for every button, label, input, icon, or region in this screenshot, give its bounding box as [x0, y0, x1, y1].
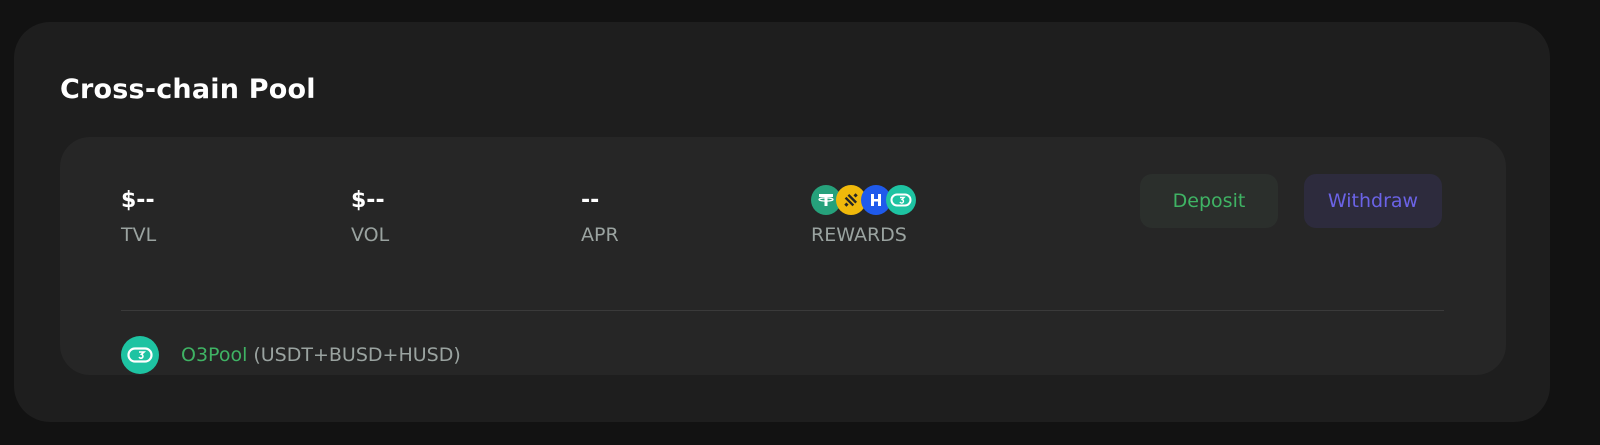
apr-label: APR [581, 224, 619, 246]
cross-chain-pool-panel: Cross-chain Pool $-- TVL $-- VOL -- APR [14, 22, 1550, 422]
stat-vol: $-- VOL [351, 185, 389, 247]
rewards-label: REWARDS [811, 224, 907, 246]
stat-tvl: $-- TVL [121, 185, 156, 247]
divider [121, 310, 1444, 311]
deposit-button[interactable]: Deposit [1140, 174, 1278, 228]
vol-value: $-- [351, 188, 385, 213]
page-title: Cross-chain Pool [60, 74, 316, 105]
o3-icon [886, 185, 916, 215]
o3pool-icon [121, 336, 159, 374]
pool-name-link[interactable]: O3Pool [181, 344, 247, 366]
pool-assets: (USDT+BUSD+HUSD) [253, 344, 461, 366]
vol-label: VOL [351, 224, 390, 246]
stat-apr: -- APR [581, 185, 619, 247]
stat-rewards: REWARDS [811, 185, 921, 247]
reward-token-icons [811, 185, 921, 217]
tvl-label: TVL [121, 224, 157, 246]
apr-value: -- [581, 188, 600, 213]
pool-info: O3Pool (USDT+BUSD+HUSD) [121, 335, 461, 375]
withdraw-button[interactable]: Withdraw [1304, 174, 1442, 228]
tvl-value: $-- [121, 188, 155, 213]
pool-card: $-- TVL $-- VOL -- APR REWARDS Deposit W… [60, 137, 1506, 375]
